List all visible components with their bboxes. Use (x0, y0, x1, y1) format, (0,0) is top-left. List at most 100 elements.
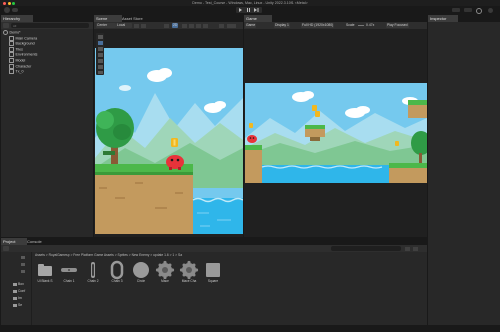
asset-item[interactable]: Mace (155, 260, 175, 284)
hierarchy-tabbar: Hierarchy (1, 15, 93, 22)
layout-icon[interactable] (464, 8, 472, 12)
hierarchy-item-label: Environments (15, 52, 38, 57)
folder-icon (38, 264, 52, 276)
step-icon[interactable] (254, 8, 259, 12)
water (192, 197, 243, 234)
hierarchy-item[interactable]: Character (9, 63, 31, 69)
filter-icon[interactable] (405, 246, 410, 251)
tab-asset-store[interactable]: Asset Store (120, 15, 154, 22)
search-icon[interactable] (476, 7, 482, 14)
gear-icon (155, 260, 175, 280)
cloud-icon[interactable] (12, 8, 18, 12)
gear-icon (179, 260, 199, 280)
maximize-window-icon[interactable] (12, 1, 15, 5)
asset-item[interactable]: Chain 2 (83, 260, 103, 284)
hand-tool-icon[interactable] (97, 35, 103, 39)
hierarchy-item-label: Main Camera (15, 36, 38, 41)
tab-console[interactable]: Console (25, 238, 51, 245)
project-tabbar: Project Console (1, 238, 427, 245)
pivot-center-dropdown[interactable]: Center (96, 23, 116, 28)
tab-hierarchy[interactable]: Hierarchy (1, 15, 33, 22)
asset-item[interactable]: Chain 3 (107, 260, 127, 284)
rect-tool-icon[interactable] (97, 59, 103, 63)
folder-label: Se (18, 303, 23, 307)
gameobject-icon (9, 52, 14, 58)
tab-game[interactable]: Game (244, 15, 272, 22)
asset-item[interactable]: Circle (131, 260, 151, 284)
asset-item[interactable]: Square (203, 260, 223, 284)
gameobject-icon (9, 58, 14, 63)
project-search-input[interactable] (331, 246, 401, 251)
game-panel: Game Game Display 1 Full HD (1920x1080) … (244, 15, 427, 237)
pivot-local-dropdown[interactable]: Local (116, 23, 132, 28)
effects-toggle-icon[interactable] (196, 23, 201, 28)
status-bar (0, 326, 500, 332)
scale-slider-icon[interactable] (358, 25, 364, 27)
hierarchy-search-input[interactable] (11, 23, 89, 28)
chain-icon (61, 268, 77, 272)
asset-item[interactable]: Mace Cha (179, 260, 199, 284)
rotate-tool-icon[interactable] (97, 47, 103, 51)
play-icon[interactable] (238, 8, 243, 12)
scene-visibility-icon[interactable] (203, 23, 208, 28)
tab-project[interactable]: Project (1, 238, 27, 245)
scene-viewport[interactable] (95, 48, 243, 234)
project-breadcrumb: Assets > RoyalGamesp > Free Platform Gam… (35, 253, 183, 257)
scale-tool-icon[interactable] (97, 53, 103, 57)
chain-link-icon (91, 262, 95, 278)
hierarchy-item-label: Tiles (15, 47, 23, 52)
project-folder-item[interactable]: Conf (13, 289, 25, 294)
scene-camera-icon[interactable] (219, 23, 224, 28)
play-mode-dropdown[interactable]: Play Focused (386, 23, 409, 28)
play-controls (236, 7, 262, 13)
add-plus-icon[interactable] (3, 23, 9, 28)
folder-label: Im (18, 296, 22, 300)
hierarchy-item[interactable]: Tx_0 (9, 69, 24, 75)
account-icon[interactable] (4, 7, 10, 13)
close-window-icon[interactable] (3, 1, 6, 5)
hierarchy-item[interactable]: Environments (9, 52, 38, 58)
favorite-star-icon[interactable] (413, 246, 418, 251)
folder-tree-arrow-icon[interactable] (21, 263, 25, 266)
audio-toggle-icon[interactable] (189, 23, 194, 28)
asset-item[interactable]: UI Blank S (35, 260, 55, 284)
pause-icon[interactable] (246, 8, 251, 12)
tab-inspector[interactable]: Inspector (428, 15, 458, 22)
square-icon (206, 263, 220, 277)
inspector-panel: Inspector (428, 15, 500, 325)
lighting-toggle-icon[interactable] (182, 23, 187, 28)
hierarchy-item[interactable]: Background (9, 41, 35, 47)
asset-item[interactable]: Chain 1 (59, 260, 79, 284)
hierarchy-item[interactable]: Tiles (9, 46, 23, 52)
tab-scene[interactable]: Scene (94, 15, 122, 22)
hierarchy-item[interactable]: Main Camera (9, 35, 38, 41)
project-panel: Project Console Box Conf Im Se Assets > Roy… (1, 238, 427, 325)
layers-icon[interactable] (452, 8, 460, 12)
resolution-dropdown[interactable]: Full HD (1920x1080) (301, 23, 335, 28)
grass-platform (95, 164, 193, 234)
2d-mode-toggle[interactable]: 2D (172, 23, 179, 28)
move-tool-icon[interactable] (97, 41, 103, 45)
project-folder-item[interactable]: Box (13, 282, 24, 287)
hierarchy-item[interactable]: Model (9, 58, 25, 63)
draw-mode-icon[interactable] (164, 23, 169, 28)
display-dropdown[interactable]: Display 1 (274, 23, 290, 28)
game-viewport (245, 83, 427, 183)
scale-value: 0.47x (366, 23, 375, 27)
folder-tree-arrow-icon[interactable] (21, 256, 25, 259)
grid-snap-icon[interactable] (134, 23, 139, 28)
hierarchy-item[interactable]: Demo* (3, 30, 21, 35)
settings-gear-icon[interactable] (488, 7, 493, 13)
project-folder-item[interactable]: Se (13, 303, 22, 308)
gizmos-icon[interactable] (227, 23, 236, 28)
project-folder-item[interactable]: Im (13, 296, 22, 301)
folder-tree-arrow-icon[interactable] (21, 270, 25, 273)
custom-tool-icon[interactable] (97, 71, 103, 74)
gameobject-icon (9, 69, 14, 75)
minimize-window-icon[interactable] (7, 1, 11, 5)
game-view-dropdown[interactable]: Game (245, 23, 257, 28)
folder-icon (13, 282, 17, 286)
project-add-icon[interactable] (3, 246, 9, 251)
snap-increment-icon[interactable] (141, 23, 146, 28)
transform-tool-icon[interactable] (97, 65, 103, 69)
